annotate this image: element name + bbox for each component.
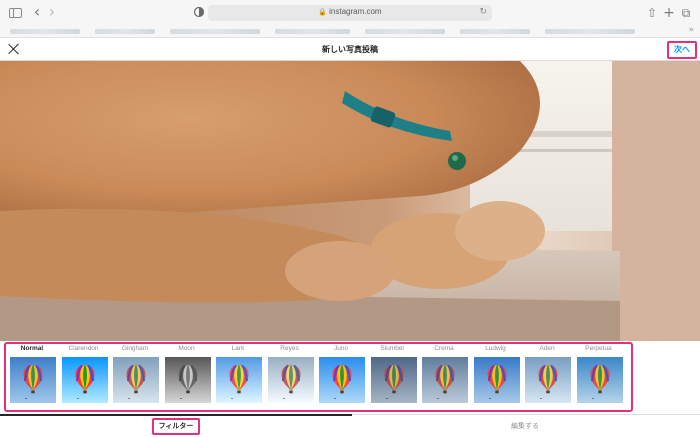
favorites-blur xyxy=(460,29,530,34)
post-header: 新しい写真投稿 次へ xyxy=(0,39,700,61)
hot-air-balloon-icon xyxy=(164,357,211,403)
filter-option-juno[interactable]: Juno xyxy=(317,344,365,403)
sidebar-toggle-icon[interactable] xyxy=(9,8,22,18)
reload-icon[interactable]: ↻ xyxy=(479,7,487,17)
browser-toolbar: ‹ › 🔒 instagram.com ↻ ⇧ + ⧉ xyxy=(0,0,700,26)
share-icon[interactable]: ⇧ xyxy=(645,6,659,20)
photo-preview xyxy=(0,61,700,341)
hot-air-balloon-icon xyxy=(267,357,314,403)
favorites-overflow-icon[interactable]: » xyxy=(688,25,694,35)
filter-name: Aden xyxy=(539,345,555,352)
filter-option-reyes[interactable]: Reyes xyxy=(266,344,314,403)
favorites-blur xyxy=(275,29,350,34)
filter-thumbnail[interactable] xyxy=(216,357,262,403)
tab-overview-icon[interactable]: ⧉ xyxy=(679,6,693,20)
filter-option-aden[interactable]: Aden xyxy=(523,344,571,403)
filter-name: Slumber xyxy=(380,345,405,352)
hot-air-balloon-icon xyxy=(10,357,56,403)
url-text: instagram.com xyxy=(329,7,382,16)
hot-air-balloon-icon xyxy=(473,357,520,403)
filter-thumbnail[interactable] xyxy=(576,357,623,403)
filter-option-lark[interactable]: Lark xyxy=(214,344,262,403)
filter-name: Crema xyxy=(434,345,454,352)
forward-icon[interactable]: › xyxy=(45,4,59,20)
favorites-blur xyxy=(95,29,155,34)
hot-air-balloon-icon xyxy=(576,357,623,403)
filter-name: Reyes xyxy=(280,345,299,352)
filter-thumbnail[interactable] xyxy=(473,357,520,403)
filter-option-moon[interactable]: Moon xyxy=(163,344,211,403)
cat-photo-illustration xyxy=(0,61,700,341)
filter-thumbnail[interactable] xyxy=(370,357,417,403)
filter-name: Lark xyxy=(231,345,245,352)
filter-thumbnail[interactable] xyxy=(10,357,56,403)
privacy-shield-icon[interactable] xyxy=(192,6,206,20)
active-tab-indicator xyxy=(0,414,352,416)
filter-option-gingham[interactable]: Gingham xyxy=(111,344,159,403)
tab-edit[interactable]: 編集する xyxy=(490,421,560,431)
filter-name: Juno xyxy=(333,345,349,352)
next-button[interactable]: 次へ xyxy=(667,41,697,59)
favorites-bar: » xyxy=(0,25,700,38)
new-tab-icon[interactable]: + xyxy=(662,6,676,20)
filter-thumbnail[interactable] xyxy=(319,357,365,403)
filter-thumbnail[interactable] xyxy=(525,357,571,403)
hot-air-balloon-icon xyxy=(319,357,365,403)
filter-thumbnail[interactable] xyxy=(61,357,108,403)
address-text: 🔒 instagram.com xyxy=(208,7,492,16)
filter-thumbnail[interactable] xyxy=(164,357,211,403)
bottom-tabs: フィルター 編集する xyxy=(0,414,700,437)
hot-air-balloon-icon xyxy=(216,357,262,403)
filter-name: Normal xyxy=(20,345,44,352)
hot-air-balloon-icon xyxy=(422,357,468,403)
hot-air-balloon-icon xyxy=(113,357,159,403)
favorites-blur xyxy=(365,29,445,34)
filter-option-ludwig[interactable]: Ludwig xyxy=(472,344,520,403)
filter-thumbnail[interactable] xyxy=(113,357,159,403)
filter-option-normal[interactable]: Normal xyxy=(8,344,56,403)
favorites-blur xyxy=(170,29,260,34)
filter-name: Perpetua xyxy=(585,345,612,352)
filter-name: Ludwig xyxy=(485,345,506,352)
lock-icon: 🔒 xyxy=(318,9,328,16)
favorites-blur xyxy=(545,29,635,34)
filter-name: Moon xyxy=(178,345,195,352)
filter-name: Gingham xyxy=(121,345,149,352)
hot-air-balloon-icon xyxy=(61,357,108,403)
filter-option-slumber[interactable]: Slumber xyxy=(369,344,417,403)
tab-filter[interactable]: フィルター xyxy=(152,418,200,435)
hot-air-balloon-icon xyxy=(525,357,571,403)
filter-name: Clarendon xyxy=(68,345,99,352)
filter-thumbnail[interactable] xyxy=(267,357,314,403)
filter-option-perpetua[interactable]: Perpetua xyxy=(575,344,623,403)
address-bar[interactable]: 🔒 instagram.com ↻ xyxy=(208,5,492,21)
filter-option-clarendon[interactable]: Clarendon xyxy=(60,344,108,403)
hot-air-balloon-icon xyxy=(370,357,417,403)
back-icon[interactable]: ‹ xyxy=(30,4,44,20)
filter-option-crema[interactable]: Crema xyxy=(420,344,468,403)
favorites-blur xyxy=(10,29,80,34)
filter-thumbnail[interactable] xyxy=(422,357,468,403)
page-title: 新しい写真投稿 xyxy=(322,45,378,54)
